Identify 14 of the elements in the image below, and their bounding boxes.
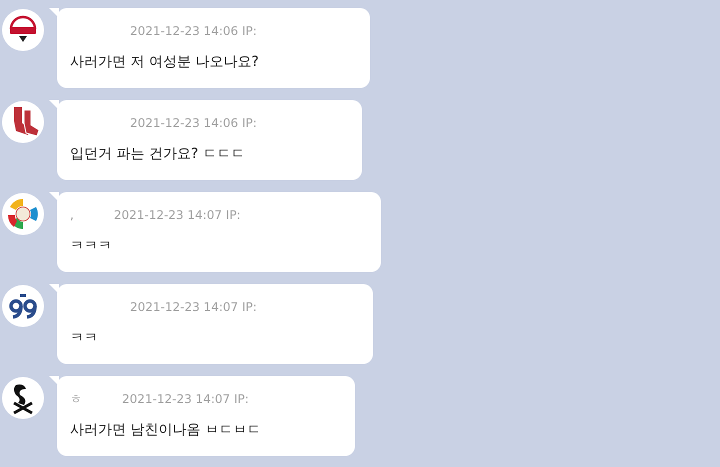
comment-text: ㅋㅋ	[70, 329, 99, 348]
comment-meta: 2021-12-23 14:07 IP:	[114, 207, 241, 224]
comment-meta: 2021-12-23 14:06 IP:	[130, 115, 257, 132]
baseball-icon	[2, 193, 44, 235]
author-name: ㅎ	[70, 391, 82, 408]
comment-meta: 2021-12-23 14:07 IP:	[130, 299, 257, 316]
socks-icon	[2, 101, 44, 143]
comment-meta: 2021-12-23 14:07 IP:	[122, 391, 249, 408]
author-name: ,	[70, 207, 74, 224]
comment-text: 입던거 파는 건가요? ㄷㄷㄷ	[70, 145, 246, 164]
comment-text: 사러가면 남친이나옴 ㅂㄷㅂㄷ	[70, 421, 262, 440]
comment-text: 사러가면 저 여성분 나오나요?	[70, 53, 260, 72]
comment-meta: 2021-12-23 14:06 IP:	[130, 23, 257, 40]
comment-text: ㅋㅋㅋ	[70, 237, 113, 256]
